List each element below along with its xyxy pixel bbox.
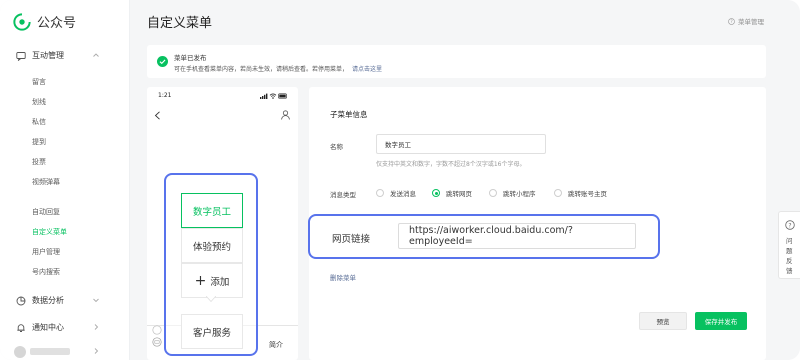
page-title: 自定义菜单 xyxy=(147,16,213,31)
name-label: 名称 xyxy=(330,143,343,151)
sidebar-item-auto-reply[interactable]: 自动回复 xyxy=(32,207,60,217)
sidebar-item-comments[interactable]: 留言 xyxy=(32,77,46,87)
phone-time: 1:21 xyxy=(158,92,172,99)
name-hint: 仅支持中英文和数字，字数不超过8个汉字或16个字母。 xyxy=(376,161,526,168)
keyboard-icon xyxy=(152,325,162,335)
chevron-right-icon xyxy=(94,324,99,330)
radio-jump-miniprogram[interactable]: 跳转小程序 xyxy=(489,188,536,198)
menu-management-help[interactable]: ? 菜单管理 xyxy=(728,16,764,26)
brand[interactable]: 公众号 xyxy=(13,12,76,31)
url-input[interactable]: https://aiworker.cloud.baidu.com/?employ… xyxy=(398,223,636,249)
message-icon xyxy=(16,51,26,61)
sidebar-item-underline[interactable]: 划线 xyxy=(32,97,46,107)
account-name-blurred xyxy=(30,348,70,355)
submenu-item-digital-employee[interactable]: 数字员工 xyxy=(181,193,243,228)
sidebar-group-label: 互动管理 xyxy=(32,51,64,60)
sidebar-item-messages[interactable]: 私信 xyxy=(32,117,46,127)
radio-dot xyxy=(376,189,384,197)
chevron-up-icon xyxy=(93,53,99,57)
wechat-official-logo-icon xyxy=(13,12,31,31)
sidebar-group-analytics[interactable]: 数据分析 xyxy=(16,295,99,306)
preview-button[interactable]: 预览 xyxy=(639,312,687,330)
bell-icon xyxy=(17,323,25,332)
main-menu-customer-service[interactable]: 客户服务 xyxy=(181,314,243,349)
radio-dot xyxy=(554,189,562,197)
delete-menu-link[interactable]: 删除菜单 xyxy=(330,272,356,282)
menu-name-input[interactable]: 数字员工 xyxy=(376,134,546,154)
sidebar-item-votes[interactable]: 投票 xyxy=(32,157,46,167)
disable-menu-link[interactable]: 请点击这里 xyxy=(352,66,382,73)
url-label: 网页链接 xyxy=(332,234,371,245)
help-circle-icon: ? xyxy=(785,220,795,230)
check-circle-icon xyxy=(157,56,168,67)
chevron-right-icon xyxy=(94,348,99,354)
feedback-widget[interactable]: ? 问题反馈 xyxy=(778,211,800,279)
sidebar: 公众号 互动管理 留言 划线 私信 提到 投票 视频弹幕 自动回复 自定义菜单 … xyxy=(0,0,130,360)
publish-notice: 菜单已发布 可在手机查看菜单内容，若尚未生效，请稍后查看。若停用菜单， 请点击这里 xyxy=(147,45,766,78)
brand-name: 公众号 xyxy=(37,16,77,31)
user-profile-icon[interactable] xyxy=(281,110,290,120)
sidebar-item-video-danmaku[interactable]: 视频弹幕 xyxy=(32,177,60,187)
save-publish-button[interactable]: 保存并发布 xyxy=(695,312,747,330)
keyboard-toggle-icon[interactable] xyxy=(152,337,162,347)
help-circle-icon: ? xyxy=(728,17,735,25)
radio-send-message[interactable]: 发送消息 xyxy=(376,188,416,198)
app-frame: 公众号 互动管理 留言 划线 私信 提到 投票 视频弹幕 自动回复 自定义菜单 … xyxy=(0,0,800,360)
sidebar-item-custom-menu[interactable]: 自定义菜单 xyxy=(32,227,67,237)
radio-jump-account-home[interactable]: 跳转账号主页 xyxy=(554,188,607,198)
status-bar-icons xyxy=(260,93,287,99)
svg-text:?: ? xyxy=(788,222,791,229)
radio-dot xyxy=(432,189,440,197)
notice-title: 菜单已发布 xyxy=(174,54,207,62)
add-submenu-button[interactable]: + 添加 xyxy=(181,263,243,298)
type-label: 消息类型 xyxy=(330,191,356,199)
sidebar-group-label: 数据分析 xyxy=(32,296,64,305)
submenu-item-booking[interactable]: 体验预约 xyxy=(181,228,243,263)
notice-text: 可在手机查看菜单内容，若尚未生效，请稍后查看。若停用菜单， 请点击这里 xyxy=(174,66,383,73)
pie-chart-icon xyxy=(16,296,26,305)
phone-menu-intro[interactable]: 简介 xyxy=(269,340,283,350)
sidebar-item-account-search[interactable]: 号内搜索 xyxy=(32,267,60,277)
back-arrow-icon[interactable] xyxy=(154,111,161,120)
sidebar-group-notifications[interactable]: 通知中心 xyxy=(16,322,99,333)
sidebar-item-user-management[interactable]: 用户管理 xyxy=(32,247,60,257)
sidebar-item-mentions[interactable]: 提到 xyxy=(32,137,46,147)
sidebar-group-label: 通知中心 xyxy=(32,323,64,332)
submenu-pointer xyxy=(206,296,216,302)
add-submenu-label: 添加 xyxy=(210,276,230,288)
plus-icon: + xyxy=(194,272,207,289)
radio-jump-webpage[interactable]: 跳转网页 xyxy=(432,188,472,198)
section-title: 子菜单信息 xyxy=(330,110,368,119)
sidebar-group-interaction[interactable]: 互动管理 xyxy=(16,50,99,61)
radio-dot xyxy=(489,189,497,197)
chevron-down-icon xyxy=(93,298,99,303)
feedback-label: 问题反馈 xyxy=(786,237,793,275)
avatar[interactable] xyxy=(14,346,26,358)
help-link-label: 菜单管理 xyxy=(738,18,764,26)
